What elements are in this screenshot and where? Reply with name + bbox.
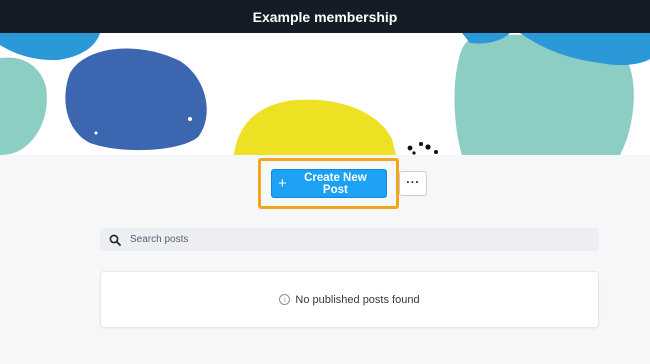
search-bar (100, 228, 599, 251)
plus-icon: + (278, 175, 287, 192)
info-icon: i (279, 294, 291, 305)
cover-banner (0, 33, 650, 155)
search-icon (109, 234, 121, 246)
more-dots-icon: ··· (406, 174, 420, 189)
post-actions: + Create New Post ··· (0, 158, 650, 210)
create-new-post-label: Create New Post (304, 171, 367, 196)
page-title: Example membership (252, 8, 398, 25)
top-bar: Example membership (0, 0, 650, 33)
cover-banner-artwork (0, 33, 650, 155)
search-input[interactable] (130, 234, 570, 245)
empty-state-message: No published posts found (295, 293, 420, 306)
empty-state-card: i No published posts found (100, 271, 599, 328)
create-new-post-button[interactable]: + Create New Post (271, 169, 387, 198)
more-options-button[interactable]: ··· (399, 171, 427, 196)
